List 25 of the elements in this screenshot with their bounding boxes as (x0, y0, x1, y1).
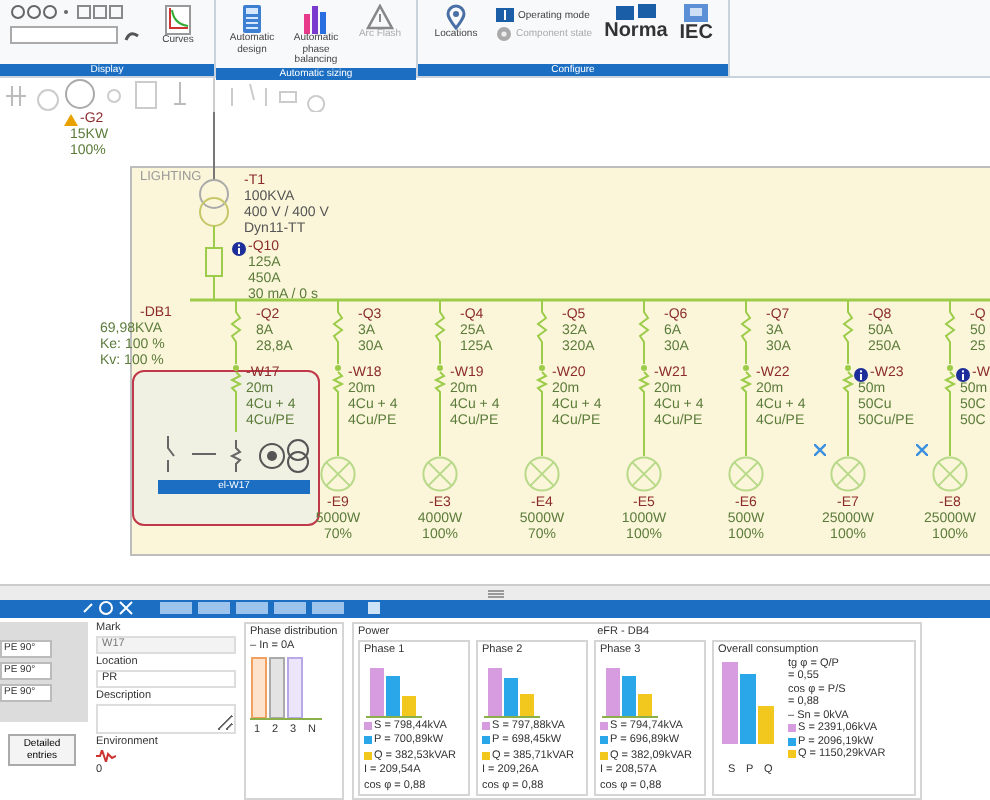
lamp-icon (932, 456, 968, 492)
lamp-icon (830, 456, 866, 492)
description-field[interactable] (96, 703, 236, 733)
info-icon[interactable] (232, 242, 246, 256)
info-icon[interactable] (854, 368, 868, 382)
zoom-field[interactable] (10, 26, 118, 44)
bar-chart-icon (302, 4, 330, 34)
lamp-icon (320, 456, 356, 492)
warning-icon (366, 4, 394, 30)
phase-bars-drawing (250, 653, 322, 721)
book-icon (496, 8, 514, 22)
gear-icon (496, 26, 512, 42)
lamp-icon (728, 456, 764, 492)
calculator-icon (242, 4, 262, 34)
splitter-handle-icon[interactable] (487, 589, 503, 598)
lamp-icon (422, 456, 458, 492)
waveform-icon (96, 749, 116, 761)
info-icon[interactable] (956, 368, 970, 382)
zoom-toolbar-icon[interactable] (10, 4, 126, 20)
lamp-icon (626, 456, 662, 492)
generator-icon (64, 114, 78, 126)
lamp-icon (524, 456, 560, 492)
standard-button[interactable]: IEC (679, 4, 713, 44)
location-pin-icon (446, 4, 466, 30)
standard-button[interactable]: Norma (604, 4, 668, 42)
